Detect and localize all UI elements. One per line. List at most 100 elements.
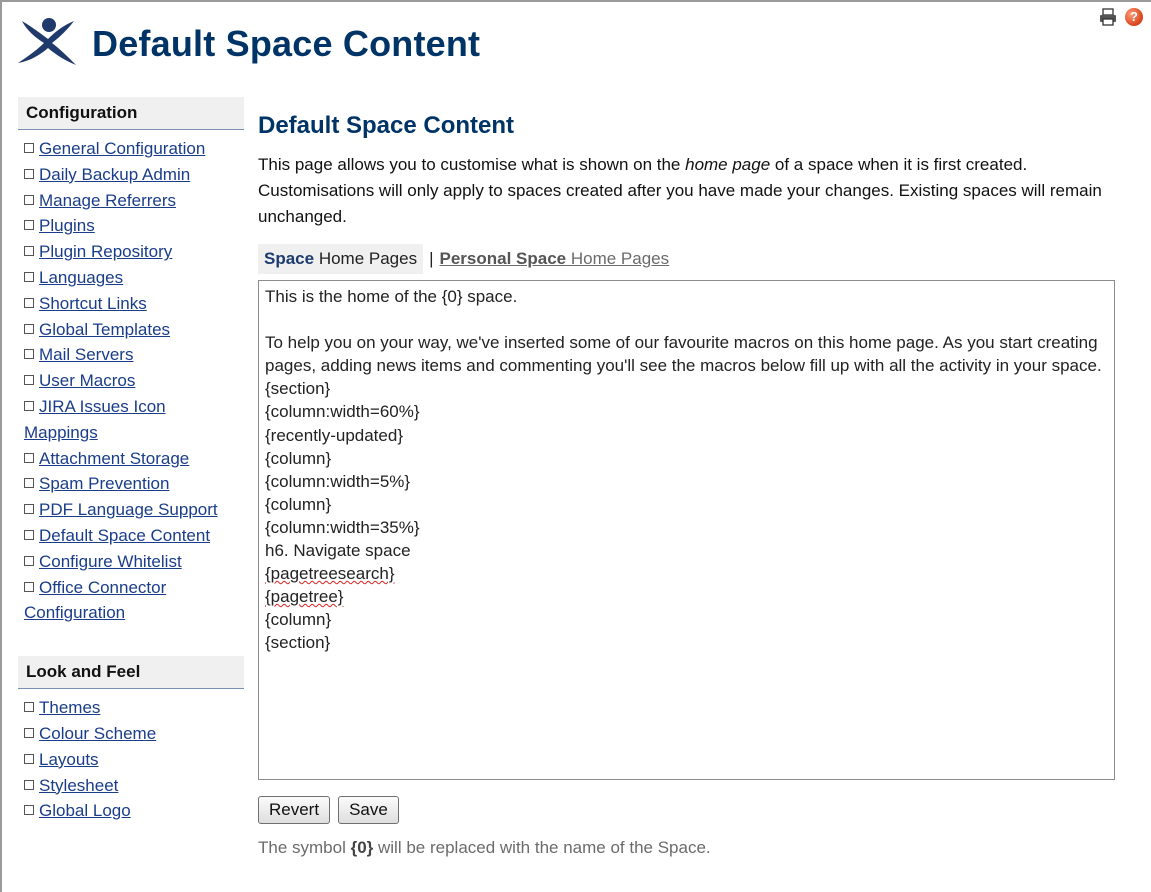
spellcheck-underlined-text: {pagetreesearch}	[265, 564, 395, 584]
sidebar-link-daily-backup-admin[interactable]: Daily Backup Admin	[39, 165, 190, 184]
bullet-icon	[24, 555, 34, 566]
bullet-icon	[24, 400, 34, 411]
editor-line: {column:width=5%}	[265, 471, 411, 491]
sidebar-item: Plugin Repository	[24, 239, 244, 265]
bullet-icon	[24, 194, 34, 205]
note-after: will be replaced with the name of the Sp…	[373, 838, 711, 857]
bullet-icon	[24, 452, 34, 463]
sidebar-heading-look-and-feel: Look and Feel	[18, 656, 244, 690]
note-before: The symbol	[258, 838, 351, 857]
admin-sidebar: Configuration General Configuration Dail…	[18, 97, 244, 824]
sidebar-link-stylesheet[interactable]: Stylesheet	[39, 776, 118, 795]
sidebar-link-languages[interactable]: Languages	[39, 268, 123, 287]
confluence-x-logo-icon[interactable]	[12, 15, 82, 73]
sidebar-item: Configure Whitelist	[24, 549, 244, 575]
sidebar-heading-configuration: Configuration	[18, 97, 244, 130]
page-title: Default Space Content	[258, 112, 515, 139]
default-content-textarea[interactable]: This is the home of the {0} space. To he…	[258, 280, 1115, 780]
sidebar-item: Daily Backup Admin	[24, 162, 244, 188]
sidebar-item: Colour Scheme	[24, 721, 244, 747]
sidebar-link-mail-servers[interactable]: Mail Servers	[39, 345, 133, 364]
sidebar-link-default-space-content[interactable]: Default Space Content	[39, 526, 210, 545]
main-content: Default Space Content This page allows y…	[258, 112, 1138, 858]
intro-text: This page allows you to customise what i…	[258, 152, 1118, 230]
sidebar-item: General Configuration	[24, 136, 244, 162]
sidebar-link-user-macros[interactable]: User Macros	[39, 371, 135, 390]
bullet-icon	[24, 727, 34, 738]
bullet-icon	[24, 529, 34, 540]
sidebar-link-colour-scheme[interactable]: Colour Scheme	[39, 724, 156, 743]
sidebar-item: Global Logo	[24, 798, 244, 824]
help-icon[interactable]: ?	[1125, 8, 1143, 26]
bullet-icon	[24, 220, 34, 231]
look-and-feel-nav-list: Themes Colour Scheme Layouts Stylesheet …	[18, 689, 244, 824]
sidebar-link-global-templates[interactable]: Global Templates	[39, 320, 170, 339]
sidebar-item: Manage Referrers	[24, 188, 244, 214]
bullet-icon	[24, 805, 34, 816]
form-buttons: Revert Save	[258, 796, 1138, 824]
save-button[interactable]: Save	[338, 796, 399, 824]
editor-line: {pagetreesearch}	[265, 562, 1108, 585]
note-symbol: {0}	[350, 838, 374, 857]
sidebar-link-global-logo[interactable]: Global Logo	[39, 801, 131, 820]
editor-line: {pagetree}	[265, 585, 1108, 608]
revert-button[interactable]: Revert	[258, 796, 331, 824]
editor-line: {section}	[265, 379, 331, 399]
sidebar-item: Attachment Storage	[24, 446, 244, 472]
configuration-nav-list: General Configuration Daily Backup Admin…	[18, 130, 244, 626]
symbol-note: The symbol {0} will be replaced with the…	[258, 838, 1138, 858]
tab-personal-space-home-pages[interactable]: Personal Space Home Pages	[440, 249, 670, 269]
bullet-icon	[24, 143, 34, 153]
tab-space-home-pages[interactable]: Space Home Pages	[258, 244, 424, 274]
bullet-icon	[24, 504, 34, 515]
bullet-icon	[24, 297, 34, 308]
sidebar-item: Office Connector Configuration	[24, 575, 244, 627]
bullet-icon	[24, 349, 34, 360]
sidebar-link-manage-referrers[interactable]: Manage Referrers	[39, 191, 176, 210]
editor-line: {column}	[265, 448, 332, 468]
sidebar-link-configure-whitelist[interactable]: Configure Whitelist	[39, 552, 182, 571]
sidebar-link-plugins[interactable]: Plugins	[39, 216, 95, 235]
sidebar-item: JIRA Issues Icon Mappings	[24, 394, 244, 446]
sidebar-item: Shortcut Links	[24, 291, 244, 317]
spellcheck-underlined-text: {pagetree}	[265, 587, 344, 607]
sidebar-link-plugin-repository[interactable]: Plugin Repository	[39, 242, 172, 261]
sidebar-item: Default Space Content	[24, 523, 244, 549]
app-title: Default Space Content	[92, 23, 481, 64]
sidebar-item: Global Templates	[24, 317, 244, 343]
editor-line: To help you on your way, we've inserted …	[265, 333, 1103, 376]
printer-icon[interactable]	[1099, 8, 1117, 26]
sidebar-item: PDF Language Support	[24, 497, 244, 523]
sidebar-item: Themes	[24, 695, 244, 721]
home-page-tabs: Space Home Pages | Personal Space Home P…	[258, 244, 1138, 274]
tab-space-bold: Space	[264, 249, 315, 268]
sidebar-link-layouts[interactable]: Layouts	[39, 750, 99, 769]
sidebar-item: Spam Prevention	[24, 471, 244, 497]
editor-line: This is the home of the {0} space.	[265, 287, 518, 306]
sidebar-link-shortcut-links[interactable]: Shortcut Links	[39, 294, 147, 313]
editor-line: {recently-updated}	[265, 425, 403, 445]
intro-part-1: This page allows you to customise what i…	[258, 155, 686, 174]
sidebar-link-office-connector-configuration[interactable]: Office Connector Configuration	[24, 578, 166, 623]
sidebar-item: User Macros	[24, 368, 244, 394]
editor-line: {column:width=35%}	[265, 517, 420, 537]
bullet-icon	[24, 702, 34, 713]
bullet-icon	[24, 753, 34, 764]
sidebar-link-pdf-language-support[interactable]: PDF Language Support	[39, 500, 218, 519]
editor-line: {column:width=60%}	[265, 402, 420, 422]
editor-line: {column}	[265, 610, 332, 630]
bullet-icon	[24, 271, 34, 282]
sidebar-link-spam-prevention[interactable]: Spam Prevention	[39, 474, 169, 493]
tab-space-rest: Home Pages	[314, 249, 418, 268]
sidebar-link-themes[interactable]: Themes	[39, 698, 100, 717]
bullet-icon	[24, 478, 34, 489]
top-right-tools: ?	[1099, 8, 1143, 26]
editor-line: {section}	[265, 633, 331, 653]
page-header: Default Space Content	[12, 14, 480, 74]
sidebar-link-general-configuration[interactable]: General Configuration	[39, 139, 205, 158]
sidebar-link-attachment-storage[interactable]: Attachment Storage	[39, 449, 189, 468]
tab-separator: |	[429, 249, 434, 268]
sidebar-link-jira-issues-icon-mappings[interactable]: JIRA Issues Icon Mappings	[24, 397, 166, 442]
editor-line: h6. Navigate space	[265, 541, 411, 561]
